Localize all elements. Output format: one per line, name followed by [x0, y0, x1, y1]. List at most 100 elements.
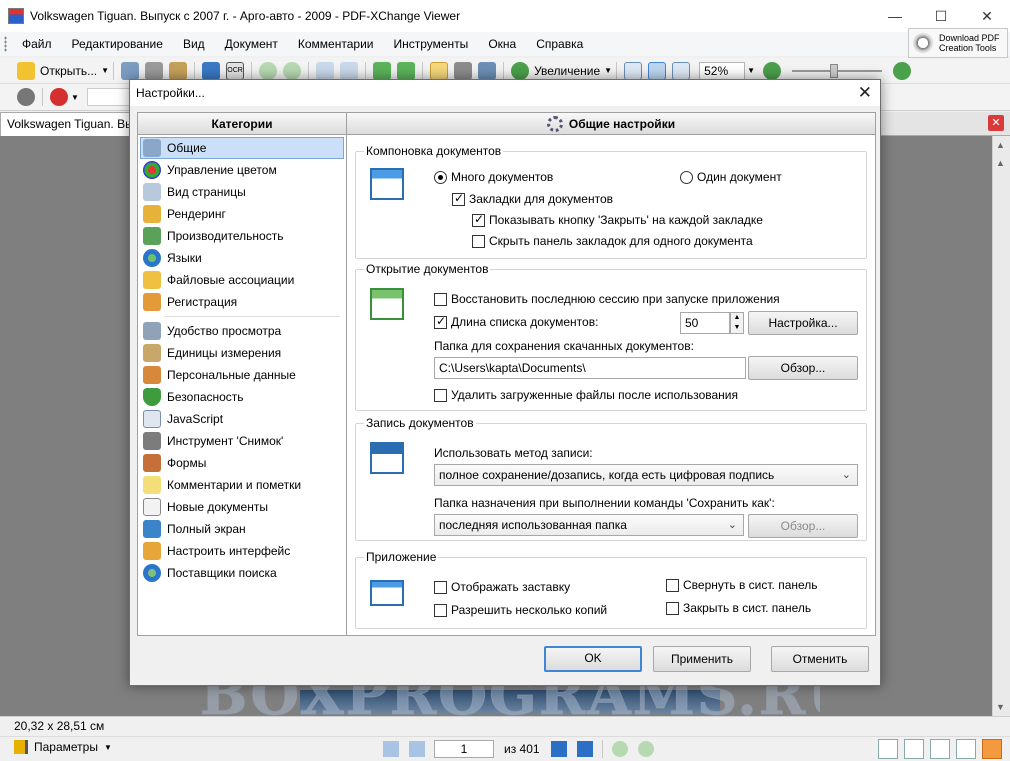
print-icon[interactable] — [145, 61, 164, 80]
category-general[interactable]: Общие — [140, 137, 344, 159]
list-length-spinner[interactable]: ▲ ▼ — [730, 312, 744, 334]
forward-icon[interactable] — [283, 61, 302, 80]
category-full-screen[interactable]: Полный экран — [140, 518, 344, 540]
single-page-view-icon[interactable] — [878, 739, 898, 759]
last-page-icon[interactable] — [576, 741, 593, 757]
menu-windows[interactable]: Окна — [488, 37, 516, 51]
spellcheck-dropdown-icon[interactable]: ▼ — [71, 93, 79, 102]
restore-session-checkbox[interactable]: Восстановить последнюю сессию при запуск… — [434, 292, 780, 306]
close-tray-checkbox[interactable]: Закрыть в сист. панель — [666, 601, 811, 615]
fit-width-icon[interactable] — [672, 61, 691, 80]
menu-file[interactable]: Файл — [22, 37, 52, 51]
search-doc-icon[interactable] — [202, 61, 221, 80]
category-page-view[interactable]: Вид страницы — [140, 181, 344, 203]
page-number-input[interactable]: 1 — [434, 740, 494, 758]
zoom-out-icon[interactable] — [763, 61, 782, 80]
save-as-dest-select[interactable]: последняя использованная папка ⌄ — [434, 514, 744, 536]
category-search-providers[interactable]: Поставщики поиска — [140, 562, 344, 584]
many-docs-radio[interactable]: Много документов — [434, 170, 553, 184]
save-method-select[interactable]: полное сохранение/дозапись, когда есть ц… — [434, 464, 858, 486]
show-close-checkbox[interactable]: Показывать кнопку 'Закрыть' на каждой за… — [472, 212, 763, 227]
quick-search-input[interactable] — [86, 88, 135, 106]
ocr-icon[interactable]: OCR — [226, 61, 245, 80]
delete-downloaded-checkbox[interactable]: Удалить загруженные файлы после использо… — [434, 388, 738, 402]
category-comments[interactable]: Комментарии и пометки — [140, 474, 344, 496]
menu-edit[interactable]: Редактирование — [72, 37, 163, 51]
undo-icon[interactable] — [316, 61, 335, 80]
back-icon[interactable] — [259, 61, 278, 80]
ok-button[interactable]: OK — [544, 646, 642, 672]
fit-page-icon[interactable] — [648, 61, 667, 80]
category-performance[interactable]: Производительность — [140, 225, 344, 247]
continuous-view-icon[interactable] — [904, 739, 924, 759]
rotate-right-icon[interactable] — [397, 61, 416, 80]
category-viewing-convenience[interactable]: Удобство просмотра — [140, 320, 344, 342]
menu-document[interactable]: Документ — [225, 37, 278, 51]
redo-icon[interactable] — [340, 61, 359, 80]
doc-tabs-checkbox[interactable]: Закладки для документов — [452, 191, 613, 206]
abc-spellcheck-icon[interactable] — [50, 88, 68, 106]
menu-comments[interactable]: Комментарии — [298, 37, 374, 51]
splash-checkbox[interactable]: Отображать заставку — [434, 580, 570, 594]
nav-forward-icon[interactable] — [637, 741, 654, 757]
rotate-left-icon[interactable] — [373, 61, 392, 80]
scroll-up-icon[interactable]: ▲ — [996, 140, 1005, 150]
list-setup-button[interactable]: Настройка... — [748, 311, 858, 335]
facing-continuous-view-icon[interactable] — [956, 739, 976, 759]
vertical-scrollbar[interactable]: ▲ ▲ ▼ — [992, 136, 1010, 716]
scroll-down-icon[interactable]: ▼ — [996, 702, 1005, 712]
zoom-tool-icon[interactable] — [511, 61, 530, 80]
category-personal-data[interactable]: Персональные данные — [140, 364, 344, 386]
dialog-close-button[interactable]: ✕ — [858, 83, 872, 103]
actual-size-icon[interactable] — [624, 61, 643, 80]
hide-tabbar-checkbox[interactable]: Скрыть панель закладок для одного докуме… — [472, 234, 753, 248]
binoculars-icon[interactable] — [17, 88, 35, 106]
document-tab[interactable]: Volkswagen Tiguan. Вы — [0, 112, 136, 136]
list-length-input[interactable]: 50 — [680, 312, 730, 334]
list-length-checkbox[interactable]: Длина списка документов: — [434, 314, 598, 329]
open-folder-icon[interactable] — [17, 61, 35, 80]
zoom-level-input[interactable]: 52% — [699, 61, 746, 80]
snapshot-icon[interactable] — [454, 61, 473, 80]
save-browse-button[interactable]: Обзор... — [748, 514, 858, 538]
menu-view[interactable]: Вид — [183, 37, 205, 51]
apply-button[interactable]: Применить — [653, 646, 751, 672]
category-units[interactable]: Единицы измерения — [140, 342, 344, 364]
category-security[interactable]: Безопасность — [140, 386, 344, 408]
category-color-management[interactable]: Управление цветом — [140, 159, 344, 181]
category-snapshot-tool[interactable]: Инструмент 'Снимок' — [140, 430, 344, 452]
download-browse-button[interactable]: Обзор... — [748, 356, 858, 380]
multi-instance-checkbox[interactable]: Разрешить несколько копий — [434, 603, 607, 617]
category-file-associations[interactable]: Файловые ассоциации — [140, 269, 344, 291]
open-button[interactable]: Открыть... — [40, 64, 97, 78]
category-forms[interactable]: Формы — [140, 452, 344, 474]
first-page-icon[interactable] — [383, 741, 399, 757]
category-customize-ui[interactable]: Настроить интерфейс — [140, 540, 344, 562]
zoom-slider[interactable] — [792, 63, 883, 78]
open-dropdown-icon[interactable]: ▼ — [101, 66, 109, 75]
next-page-icon[interactable] — [550, 741, 567, 757]
one-doc-radio[interactable]: Один документ — [680, 170, 782, 184]
text-select-icon[interactable] — [478, 61, 497, 80]
nav-back-icon[interactable] — [611, 741, 628, 757]
category-rendering[interactable]: Рендеринг — [140, 203, 344, 225]
zoom-level-dropdown-icon[interactable]: ▼ — [747, 66, 755, 75]
category-javascript[interactable]: JavaScript — [140, 408, 344, 430]
download-folder-input[interactable]: C:\Users\kapta\Documents\ — [434, 357, 746, 379]
category-registration[interactable]: Регистрация — [140, 291, 344, 313]
download-pdf-tools-button[interactable]: Download PDF Creation Tools — [908, 28, 1008, 58]
category-languages[interactable]: Языки — [140, 247, 344, 269]
zoom-dropdown-icon[interactable]: ▼ — [604, 66, 612, 75]
scroll-up-page-icon[interactable]: ▲ — [996, 158, 1005, 168]
facing-view-icon[interactable] — [930, 739, 950, 759]
zoom-button[interactable]: Увеличение — [534, 64, 600, 78]
hand-tool-icon[interactable] — [430, 61, 449, 80]
zoom-in-icon[interactable] — [893, 61, 912, 80]
save-icon[interactable] — [121, 61, 140, 80]
scan-icon[interactable] — [169, 61, 188, 80]
prev-page-icon[interactable] — [409, 741, 425, 757]
menu-tools[interactable]: Инструменты — [393, 37, 468, 51]
layout-options-icon[interactable] — [982, 739, 1002, 759]
cancel-button[interactable]: Отменить — [771, 646, 869, 672]
params-button[interactable]: Параметры ▼ — [14, 740, 112, 754]
